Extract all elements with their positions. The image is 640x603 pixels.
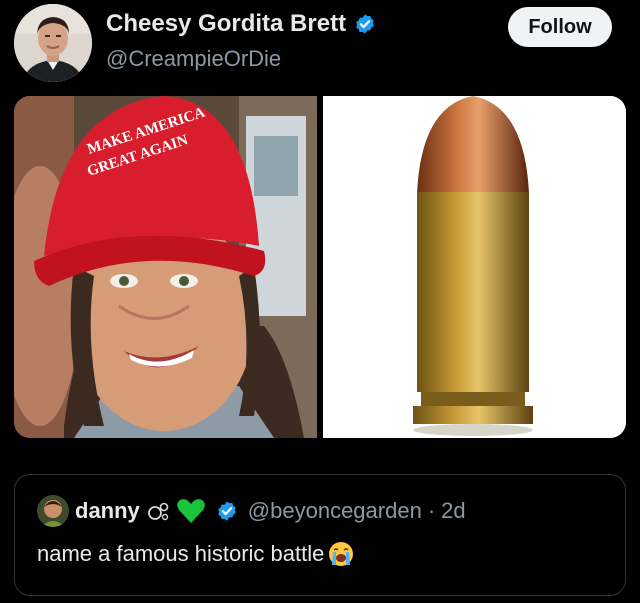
media-image-left[interactable]: MAKE AMERICA GREAT AGAIN [14, 96, 317, 438]
verified-badge-icon [216, 500, 238, 522]
media-grid: MAKE AMERICA GREAT AGAIN [14, 96, 626, 438]
quoted-post-text-row: name a famous historic battle [37, 541, 354, 567]
quoted-post-header: danny @beyoncegarden · 2d [37, 495, 466, 527]
author-handle[interactable]: @CreampieOrDie [106, 46, 281, 72]
loudly-crying-face-emoji-icon [328, 541, 354, 567]
author-name-row: Cheesy Gordita Brett [106, 10, 376, 38]
green-heart-emoji-icon [176, 498, 206, 524]
quoted-post-card[interactable]: danny @beyoncegarden · 2d name a famous … [14, 474, 626, 596]
quoted-separator: · [427, 498, 436, 523]
author-avatar[interactable] [14, 4, 92, 82]
verified-badge-icon [354, 13, 376, 35]
author-avatar-image [14, 4, 92, 82]
author-display-name[interactable]: Cheesy Gordita Brett [106, 10, 346, 38]
quoted-author-avatar[interactable] [37, 495, 69, 527]
follow-button[interactable]: Follow [508, 7, 612, 47]
quoted-timestamp[interactable]: 2d [441, 498, 465, 524]
media-image-right[interactable] [323, 96, 626, 438]
quoted-author-name[interactable]: danny [75, 498, 140, 524]
quoted-author-handle[interactable]: @beyoncegarden [248, 498, 422, 524]
bubbles-emoji-icon [146, 499, 170, 523]
bullet-photo [323, 96, 626, 438]
quoted-post-text: name a famous historic battle [37, 541, 325, 566]
post: Cheesy Gordita Brett @CreampieOrDie Foll… [0, 0, 640, 603]
woman-in-red-hat-photo: MAKE AMERICA GREAT AGAIN [14, 96, 317, 438]
